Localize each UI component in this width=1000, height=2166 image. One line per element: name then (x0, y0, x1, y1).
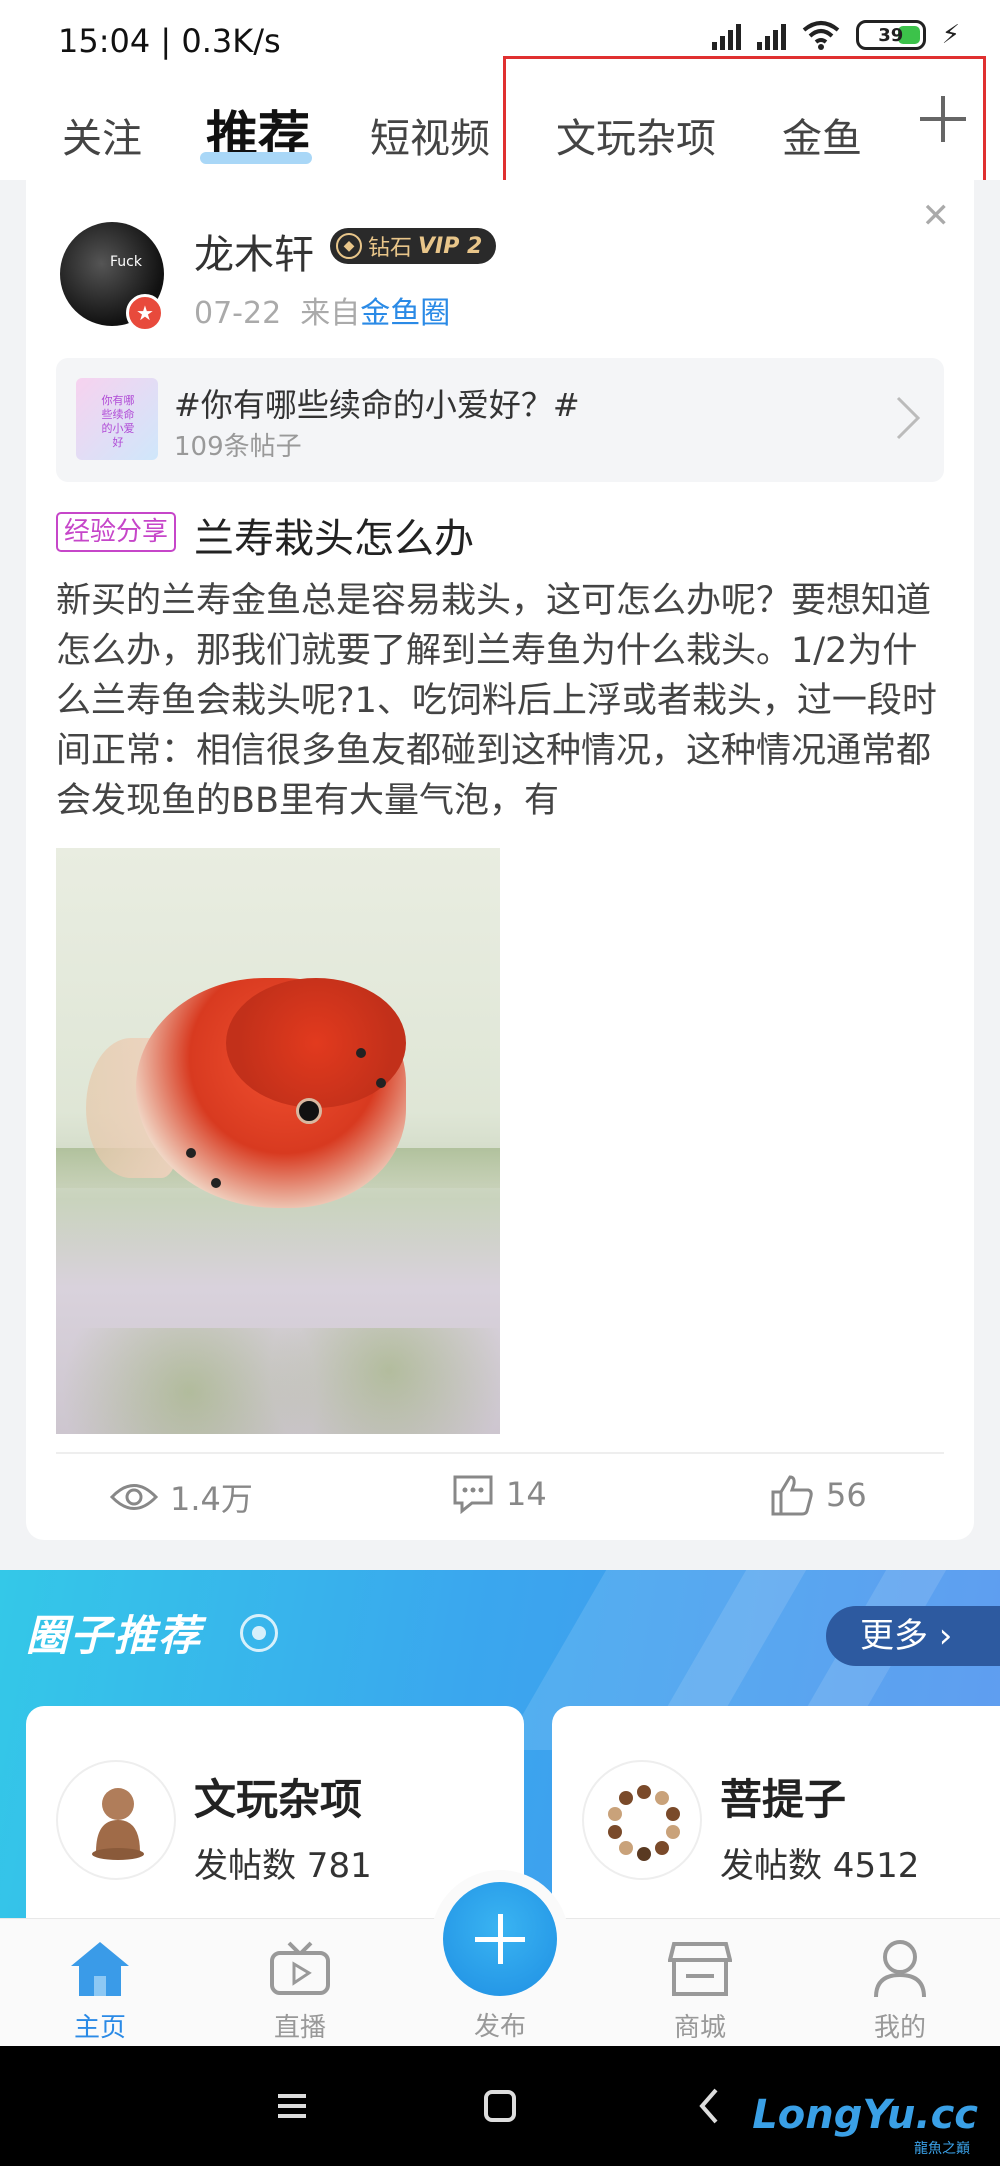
nav-mine[interactable]: 我的 (840, 1937, 960, 2044)
status-time: 15:04 | 0.3K/s (58, 22, 281, 60)
nav-shop[interactable]: 商城 (640, 1937, 760, 2044)
vip-badge: ◆ 钻石 VIP 2 (330, 228, 497, 264)
nav-live[interactable]: 直播 (240, 1937, 360, 2044)
username[interactable]: 龙木轩 (194, 222, 314, 280)
watermark-logo: LongYu.cc (752, 2092, 978, 2138)
post-date: 07-22 (194, 296, 282, 331)
bead-bracelet-icon (608, 1785, 680, 1861)
post-body[interactable]: 新买的兰寿金鱼总是容易栽头，这可怎么办呢？要想知道怎么办，那我们就要了解到兰寿鱼… (56, 576, 946, 826)
close-icon[interactable]: ✕ (922, 196, 951, 236)
post-meta: 07-22 来自金鱼圈 (194, 288, 450, 332)
avatar-text: Fuck (110, 254, 142, 270)
publish-label: 发布 (473, 2012, 526, 2042)
signal-icon (756, 20, 786, 50)
home-icon (71, 1942, 129, 1996)
post-title[interactable]: 兰寿栽头怎么办 (194, 506, 474, 564)
menu-icon[interactable] (262, 2076, 322, 2136)
store-icon (668, 1942, 732, 1996)
nav-live-label: 直播 (273, 2013, 326, 2043)
more-button[interactable]: 更多 › (826, 1606, 1000, 1666)
source-circle-link[interactable]: 金鱼圈 (360, 296, 450, 331)
thumbs-up-icon (771, 1475, 813, 1516)
circles-title: 圈子推荐 (26, 1611, 203, 1660)
topic-link[interactable]: 你有哪些续命的小爱好 #你有哪些续命的小爱好？# 109条帖子 (56, 358, 944, 482)
vip-level: VIP 2 (418, 233, 483, 259)
tab-short-video[interactable]: 短视频 (370, 106, 490, 164)
battery-icon: 39 (855, 20, 926, 50)
comment-icon (453, 1475, 493, 1514)
status-icons: 39 ⚡ (711, 20, 960, 50)
topic-title: #你有哪些续命的小爱好？# (174, 386, 580, 424)
active-tab-indicator (200, 152, 312, 164)
topic-count: 109条帖子 (174, 432, 302, 462)
circle-avatar (582, 1760, 702, 1880)
home-square-icon[interactable] (470, 2076, 530, 2136)
nav-shop-label: 商城 (673, 2013, 726, 2043)
circle-card-bodhi[interactable]: 菩提子 发帖数 4512 (552, 1706, 1000, 1936)
likes-count: 56 (826, 1476, 867, 1514)
charging-icon: ⚡ (941, 20, 960, 50)
signal-icon (711, 20, 741, 50)
nav-home[interactable]: 主页 (40, 1937, 160, 2044)
topic-thumb-text: 你有哪些续命的小爱好 (101, 394, 135, 449)
publish-button[interactable] (443, 1882, 557, 1996)
nav-home-label: 主页 (73, 2013, 126, 2043)
circle-name: 菩提子 (720, 1775, 847, 1824)
back-icon[interactable] (680, 2076, 740, 2136)
more-label: 更多 (860, 1616, 928, 1656)
circle-post-count: 发帖数 781 (194, 1846, 372, 1886)
vip-label: 钻石 (368, 236, 413, 261)
watermark-subtitle: 龍魚之巔 (914, 2141, 970, 2157)
topic-thumbnail: 你有哪些续命的小爱好 (76, 378, 158, 460)
circle-name: 文玩杂项 (194, 1775, 363, 1824)
divider (56, 1452, 944, 1454)
eye-icon (110, 1484, 158, 1510)
circle-avatar (56, 1760, 176, 1880)
comments-stat[interactable]: 14 (452, 1474, 547, 1514)
nav-mine-label: 我的 (873, 2013, 926, 2043)
circle-card-antiques[interactable]: 文玩杂项 发帖数 781 (26, 1706, 524, 1936)
tab-follow[interactable]: 关注 (62, 106, 142, 164)
chevron-right-icon (896, 396, 921, 440)
circle-dot-icon (240, 1614, 278, 1652)
person-icon (874, 1940, 926, 1998)
views-count: 1.4万 (170, 1480, 253, 1518)
battery-level: 39 (878, 24, 904, 46)
from-prefix: 来自 (300, 296, 361, 331)
star-badge-icon: ★ (126, 294, 164, 332)
wifi-icon (802, 21, 840, 50)
likes-stat[interactable]: 56 (770, 1474, 867, 1516)
buddha-figurine-icon (92, 1788, 144, 1860)
post-image[interactable] (56, 848, 500, 1434)
comments-count: 14 (506, 1475, 547, 1513)
tv-icon (270, 1941, 330, 1995)
category-tag[interactable]: 经验分享 (56, 512, 177, 552)
circle-post-count: 发帖数 4512 (720, 1846, 920, 1886)
diamond-icon: ◆ (336, 233, 362, 259)
views-stat[interactable]: 1.4万 (110, 1474, 253, 1520)
